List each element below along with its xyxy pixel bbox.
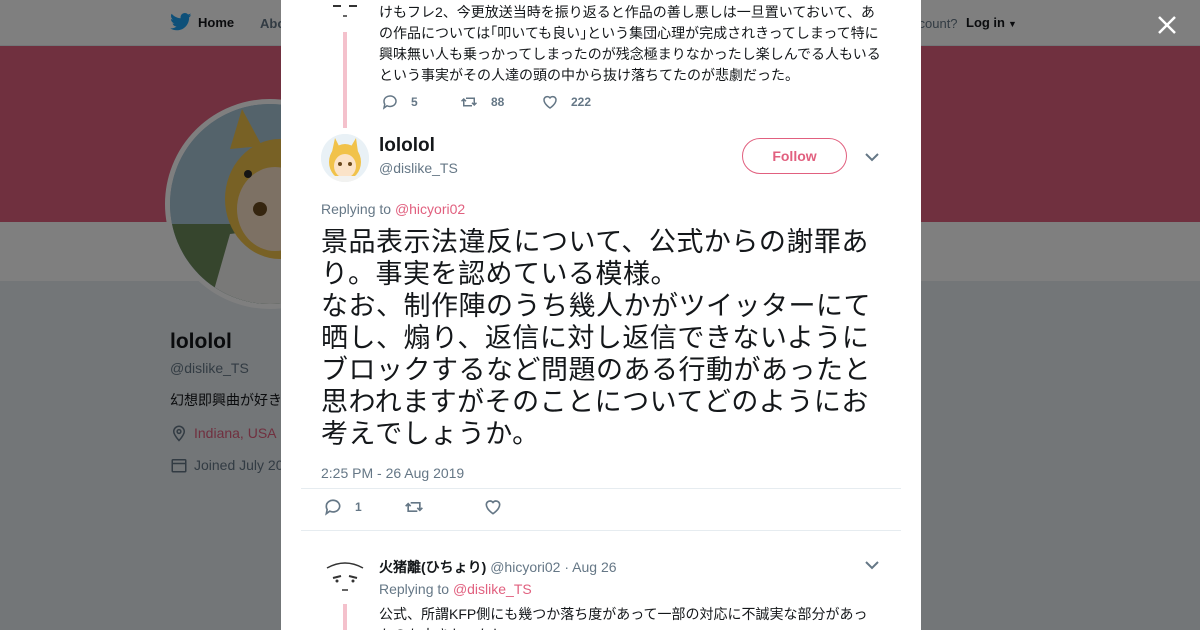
reply-author-avatar[interactable] — [321, 556, 369, 604]
retweet-action[interactable] — [403, 497, 483, 517]
reply-author-name[interactable]: 火猪離(ひちょり) — [379, 559, 486, 575]
reply-action[interactable]: 5 — [381, 93, 459, 111]
like-action[interactable]: 222 — [541, 93, 591, 111]
divider-top — [301, 488, 901, 489]
reply-header: 火猪離(ひちょり) @hicyori02 · Aug 26 — [379, 557, 617, 577]
chevron-down-icon[interactable] — [863, 148, 881, 166]
parent-tweet-text: けもフレ2、今更放送当時を振り返ると作品の善し悪しは一旦置いておいて、あの作品に… — [379, 4, 881, 83]
retweet-count: 88 — [491, 95, 505, 109]
reply-tweet-text: 公式、所謂KFP側にも幾つか落ち度があって一部の対応に不誠実な部分があったのも大… — [379, 606, 868, 630]
tweet-permalink-modal: けもフレ2、今更放送当時を振り返ると作品の善し悪しは一旦置いておいて、あの作品に… — [281, 0, 921, 630]
parent-avatar[interactable] — [321, 0, 369, 32]
reply-replying-prefix: Replying to — [379, 581, 453, 597]
reply-date[interactable]: Aug 26 — [572, 559, 616, 575]
reply-icon — [325, 499, 341, 516]
thread-line-top — [343, 30, 347, 128]
serval-avatar-image — [321, 134, 369, 182]
main-tweet-text: 景品表示法違反について、公式からの謝罪あり。事実を認めている模様。 なお、制作陣… — [321, 227, 871, 449]
tweet-timestamp[interactable]: 2:25 PM - 26 Aug 2019 — [321, 465, 464, 481]
thread-line-bottom — [343, 600, 347, 630]
reply-mention-link[interactable]: @dislike_TS — [453, 581, 532, 597]
like-action[interactable] — [483, 497, 503, 517]
reply-icon — [382, 95, 397, 110]
heart-icon — [485, 500, 501, 515]
retweet-action[interactable]: 88 — [459, 93, 541, 111]
close-icon[interactable] — [1152, 10, 1182, 40]
reply-author-handle[interactable]: @hicyori02 — [490, 559, 560, 575]
main-author-name[interactable]: lololol — [379, 135, 435, 157]
reply-count: 1 — [355, 500, 362, 514]
reply-replying-to-line: Replying to @dislike_TS — [379, 581, 532, 597]
replying-to-line: Replying to @hicyori02 — [321, 201, 465, 217]
retweet-icon — [405, 502, 423, 512]
heart-icon — [543, 95, 557, 109]
replying-mention-link[interactable]: @hicyori02 — [395, 201, 465, 217]
retweet-icon — [460, 97, 478, 107]
main-tweet-actions: 1 — [323, 497, 503, 517]
main-author-handle[interactable]: @dislike_TS — [379, 160, 458, 176]
replying-prefix: Replying to — [321, 201, 395, 217]
chevron-down-icon[interactable] — [863, 556, 881, 574]
reply-count: 5 — [411, 95, 418, 109]
parent-tweet-actions: 5 88 222 — [381, 93, 591, 111]
reply-action[interactable]: 1 — [323, 497, 403, 517]
face-avatar-image — [321, 556, 369, 604]
divider-bottom — [301, 530, 901, 531]
face-avatar-image — [321, 0, 369, 32]
reply-separator: · — [560, 559, 573, 575]
follow-button[interactable]: Follow — [742, 138, 847, 174]
like-count: 222 — [571, 95, 592, 109]
main-author-avatar[interactable] — [321, 134, 369, 182]
